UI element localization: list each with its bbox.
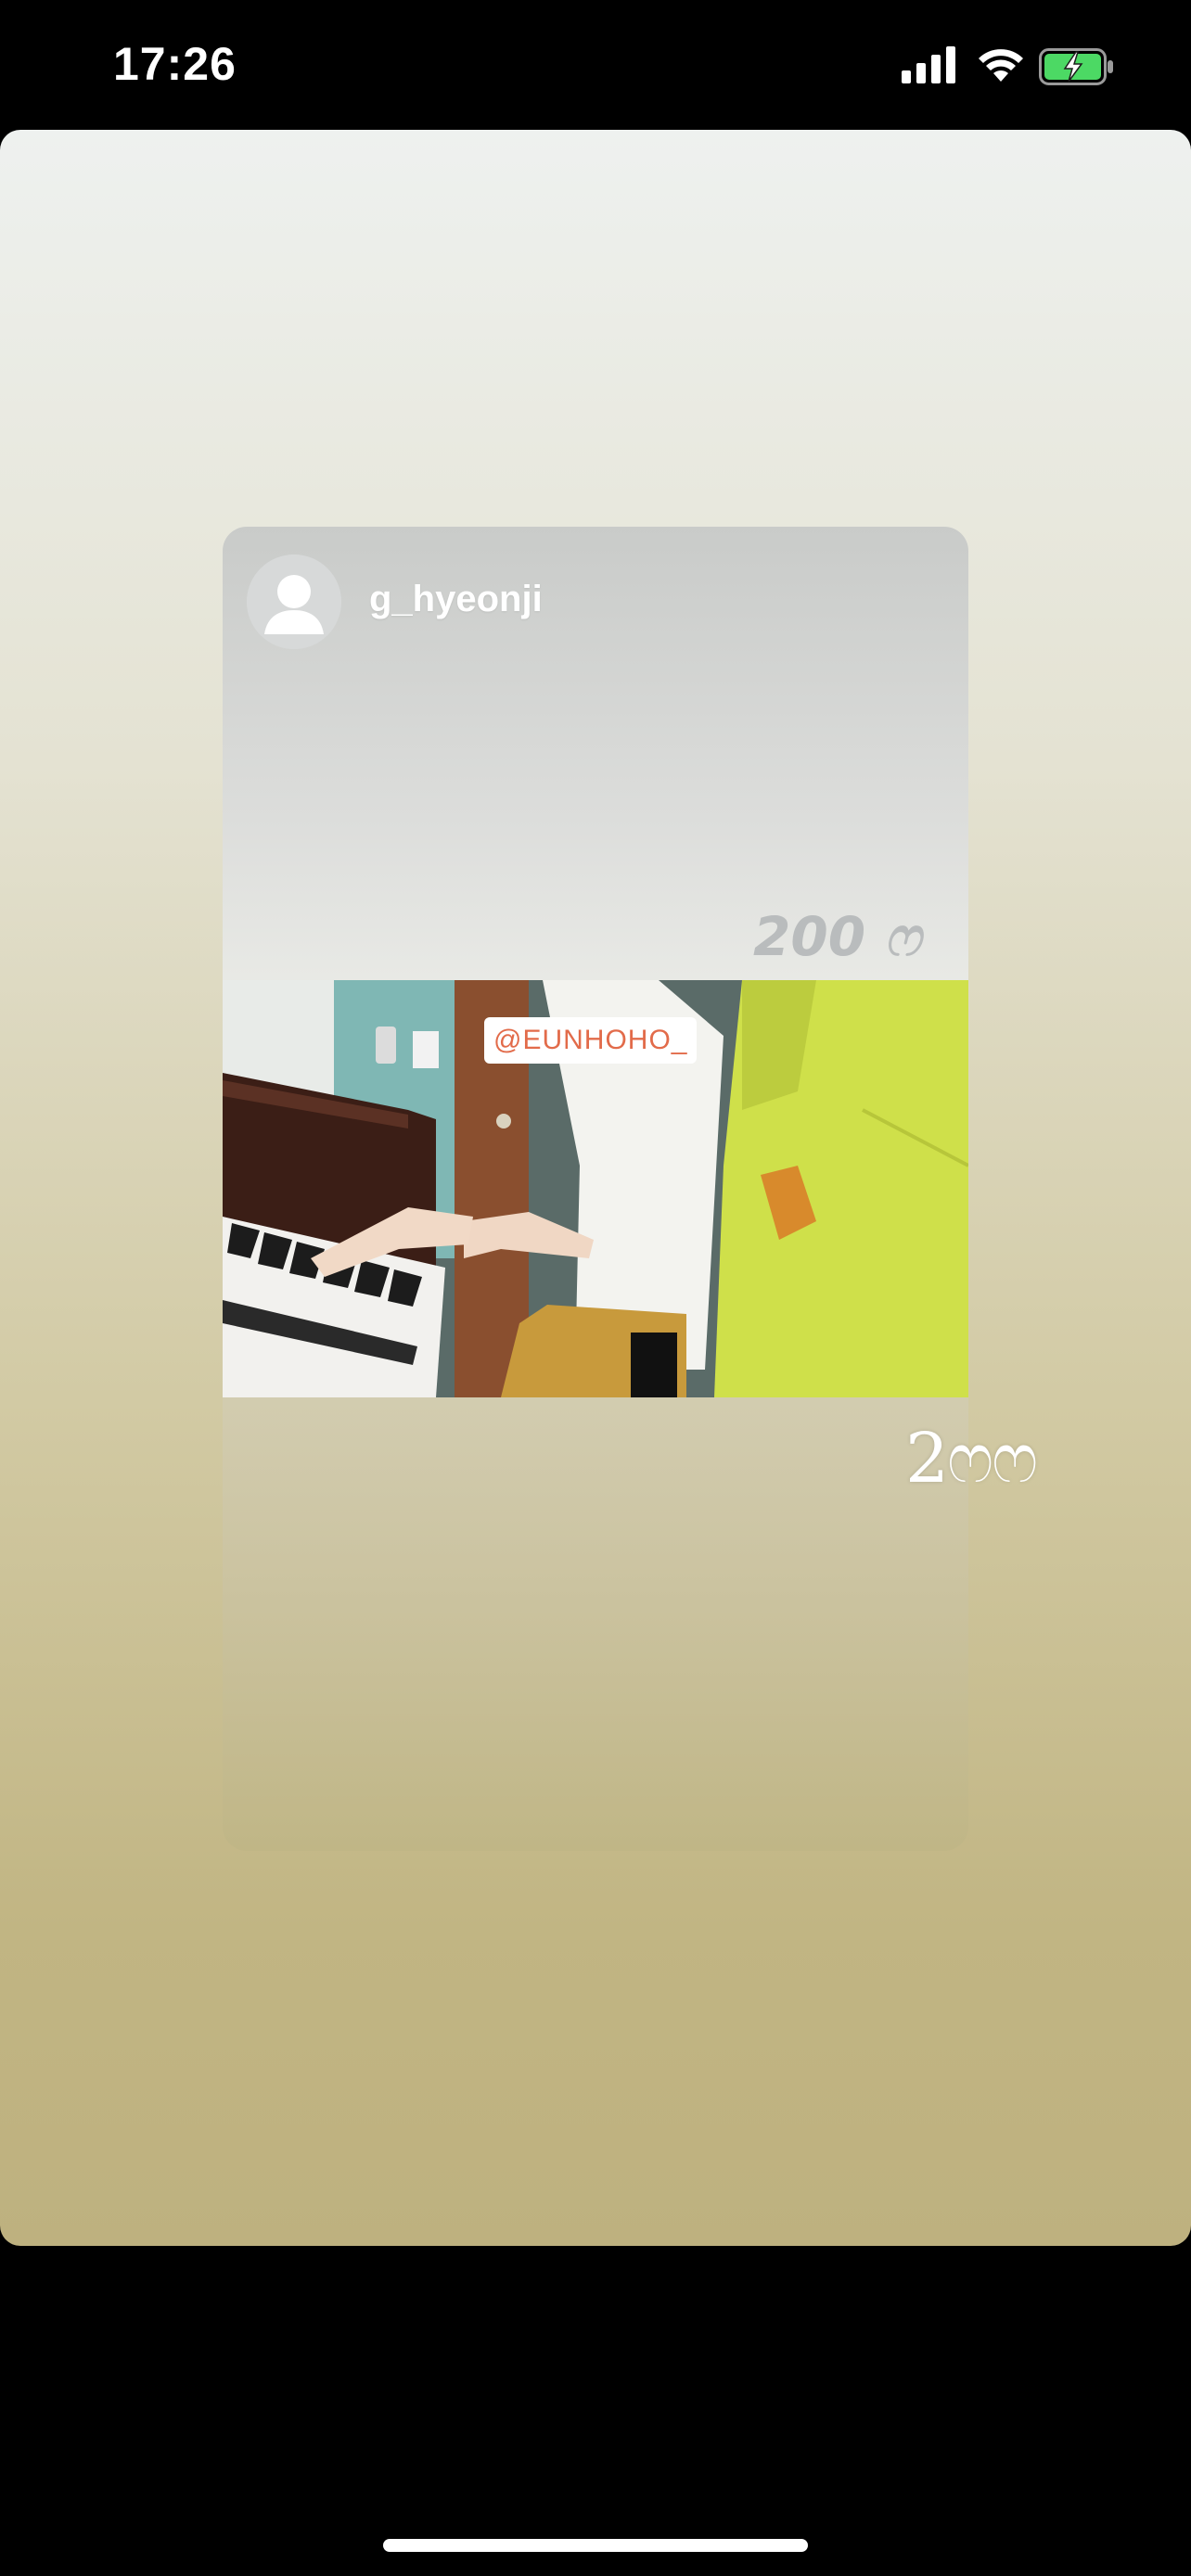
post-header[interactable]: g_hyeonji bbox=[223, 527, 968, 666]
home-indicator[interactable] bbox=[383, 2539, 808, 2552]
battery-charging-icon bbox=[1039, 48, 1113, 85]
status-bar: 17:26 bbox=[0, 0, 1191, 130]
post-username[interactable]: g_hyeonji bbox=[369, 579, 543, 620]
piano-video-frame[interactable]: @EUNHOHO_ bbox=[223, 980, 968, 1397]
avatar[interactable] bbox=[247, 555, 341, 649]
handwritten-text: 2ෆෆ bbox=[905, 1419, 1038, 1498]
default-avatar-icon bbox=[247, 555, 341, 649]
signal-icon bbox=[902, 46, 955, 83]
mention-tag[interactable]: @EUNHOHO_ bbox=[484, 1017, 698, 1064]
story-view[interactable]: g_hyeonji 200 ෆ @EUNHOHO_ 2ෆෆ bbox=[0, 130, 1191, 2246]
status-time: 17:26 bbox=[113, 38, 237, 90]
overlay-count-text: 200 ෆ bbox=[753, 905, 921, 968]
wifi-icon bbox=[979, 49, 1023, 82]
